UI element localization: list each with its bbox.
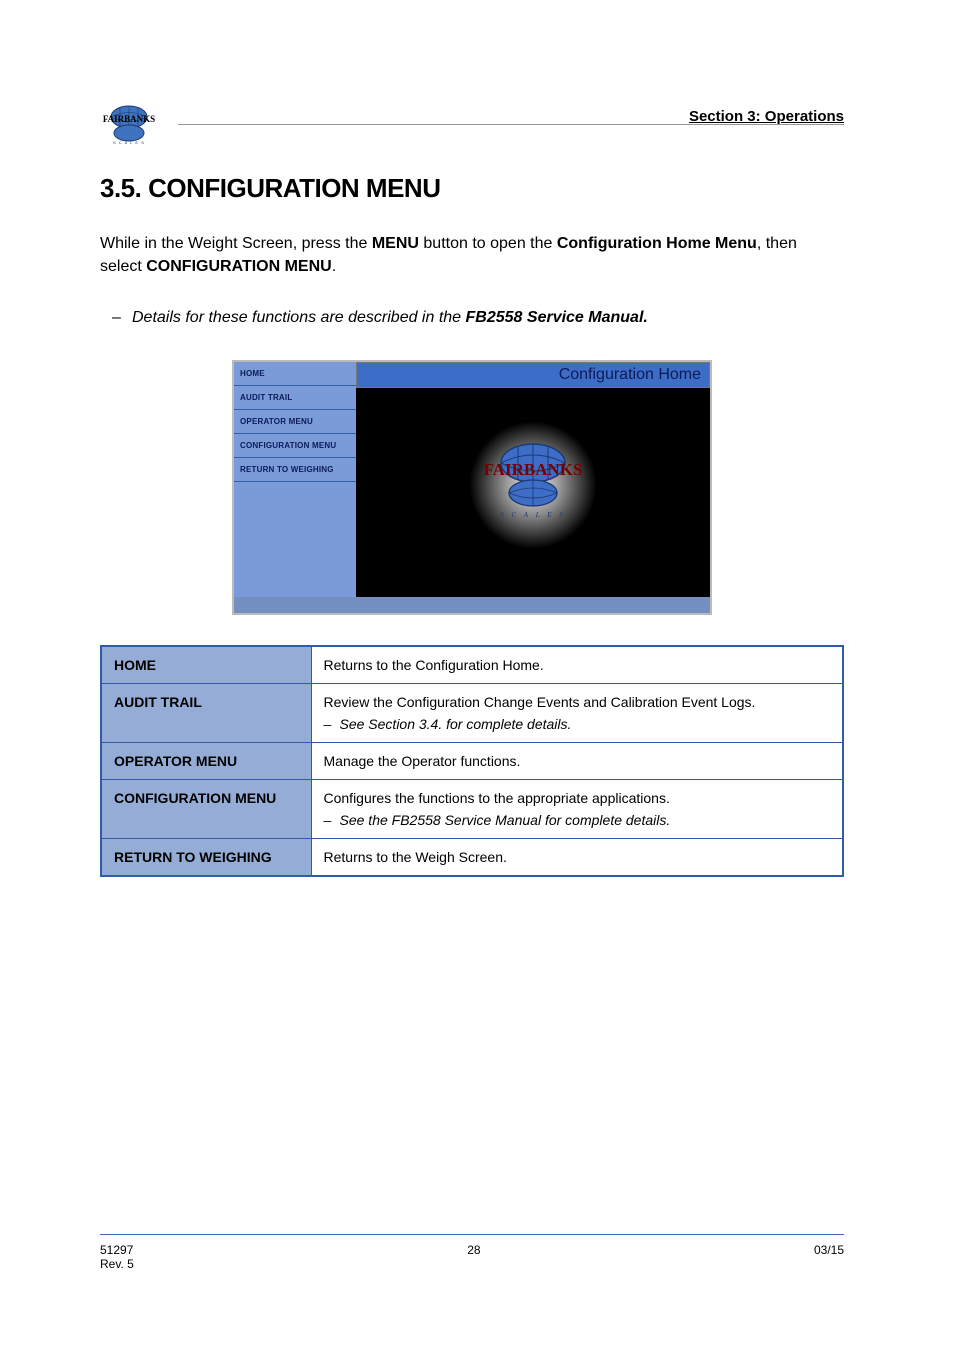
- page-header: FAIRBANKS S C A L E S Section 3: Operati…: [100, 100, 844, 148]
- table-row: HOME Returns to the Configuration Home.: [101, 646, 843, 684]
- embedded-screenshot: HOME AUDIT TRAIL OPERATOR MENU CONFIGURA…: [232, 360, 712, 615]
- section-label: Section 3: Operations: [689, 108, 844, 125]
- footer-page-number: 28: [467, 1243, 480, 1271]
- page-footer: 51297 Rev. 5 28 03/15: [100, 1234, 844, 1271]
- row-desc-audit-trail: Review the Configuration Change Events a…: [311, 683, 843, 742]
- sidebar-item-operator-menu[interactable]: OPERATOR MENU: [234, 410, 356, 434]
- sidebar-item-return-to-weighing[interactable]: RETURN TO WEIGHING: [234, 458, 356, 482]
- ui-logo-area: FAIRBANKS S C A L E S: [356, 388, 710, 583]
- svg-text:FAIRBANKS: FAIRBANKS: [103, 114, 155, 124]
- intro-paragraph: While in the Weight Screen, press the ME…: [100, 232, 840, 278]
- row-desc-configuration-menu: Configures the functions to the appropri…: [311, 779, 843, 838]
- table-row: AUDIT TRAIL Review the Configuration Cha…: [101, 683, 843, 742]
- svg-text:FAIRBANKS: FAIRBANKS: [484, 460, 583, 479]
- ui-footer-bar: [234, 597, 710, 613]
- table-row: CONFIGURATION MENU Configures the functi…: [101, 779, 843, 838]
- fairbanks-logo-small: FAIRBANKS S C A L E S: [100, 100, 158, 148]
- row-label-home: HOME: [101, 646, 311, 684]
- fairbanks-logo-icon: FAIRBANKS S C A L E S: [478, 435, 588, 535]
- sidebar-spacer: [234, 482, 356, 597]
- row-desc-operator-menu: Manage the Operator functions.: [311, 742, 843, 779]
- footer-right: 03/15: [814, 1243, 844, 1271]
- details-note: Details for these functions are describe…: [100, 306, 844, 329]
- definition-table: HOME Returns to the Configuration Home. …: [100, 645, 844, 877]
- ui-titlebar: Configuration Home: [356, 362, 710, 388]
- row-label-audit-trail: AUDIT TRAIL: [101, 683, 311, 742]
- sidebar-item-configuration-menu[interactable]: CONFIGURATION MENU: [234, 434, 356, 458]
- row-label-operator-menu: OPERATOR MENU: [101, 742, 311, 779]
- table-row: RETURN TO WEIGHING Returns to the Weigh …: [101, 838, 843, 876]
- svg-text:S C A L E S: S C A L E S: [500, 511, 565, 519]
- ui-sidebar: HOME AUDIT TRAIL OPERATOR MENU CONFIGURA…: [234, 362, 356, 597]
- sidebar-item-home[interactable]: HOME: [234, 362, 356, 386]
- menu-button-ref: MENU: [372, 235, 419, 252]
- table-row: OPERATOR MENU Manage the Operator functi…: [101, 742, 843, 779]
- footer-left: 51297 Rev. 5: [100, 1243, 134, 1271]
- svg-text:S C A L E S: S C A L E S: [113, 140, 145, 145]
- row-desc-home: Returns to the Configuration Home.: [311, 646, 843, 684]
- page-title: 3.5. CONFIGURATION MENU: [100, 173, 844, 204]
- row-label-configuration-menu: CONFIGURATION MENU: [101, 779, 311, 838]
- row-desc-return-to-weighing: Returns to the Weigh Screen.: [311, 838, 843, 876]
- sidebar-item-audit-trail[interactable]: AUDIT TRAIL: [234, 386, 356, 410]
- row-label-return-to-weighing: RETURN TO WEIGHING: [101, 838, 311, 876]
